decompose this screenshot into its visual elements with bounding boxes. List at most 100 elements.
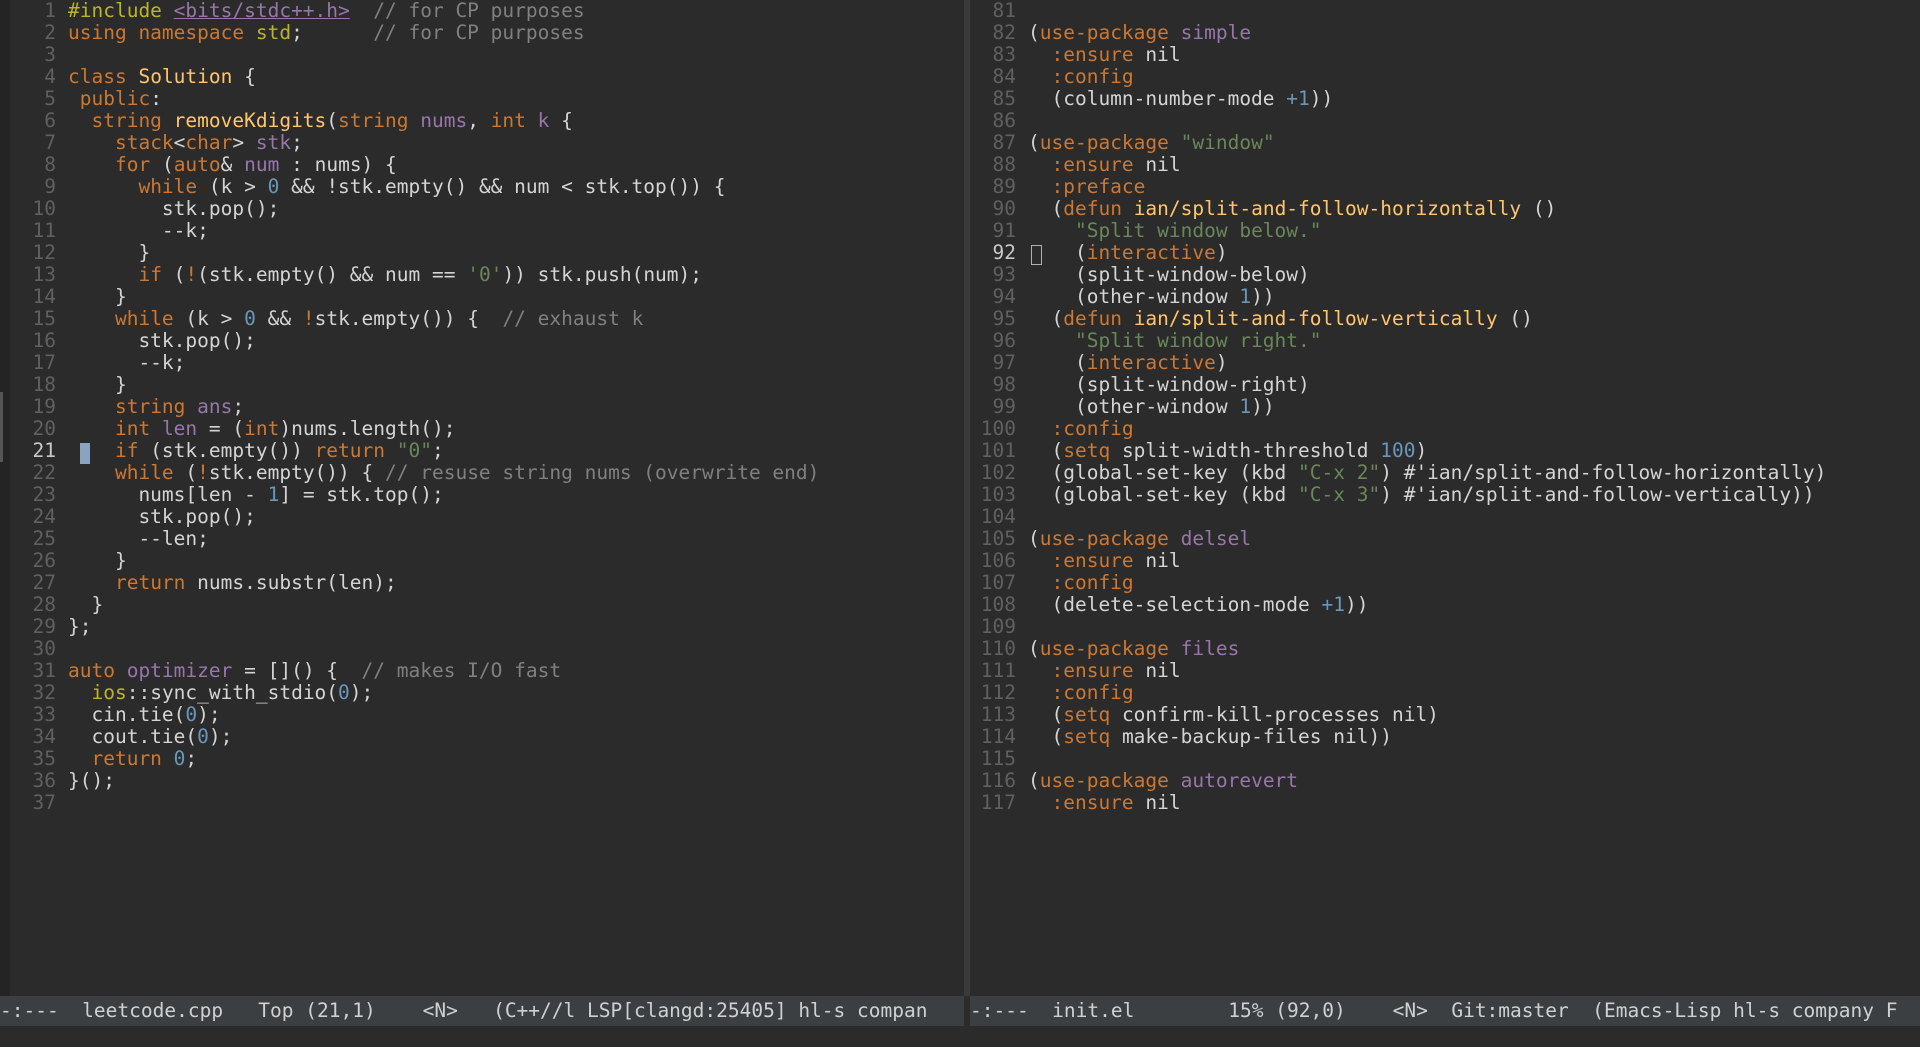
code-text: (use-package autorevert <box>1028 770 1298 792</box>
code-line[interactable]: 86 <box>970 110 1920 132</box>
code-token: int <box>114 417 162 440</box>
code-line[interactable]: 90 (defun ian/split-and-follow-horizonta… <box>970 198 1920 220</box>
mode-line-left[interactable]: -:--- leetcode.cpp Top (21,1) <N> (C++//… <box>0 996 964 1026</box>
code-line[interactable]: 93 (split-window-below) <box>970 264 1920 286</box>
code-line[interactable]: 26 } <box>0 550 964 572</box>
code-line[interactable]: 85 (column-number-mode +1)) <box>970 88 1920 110</box>
code-line[interactable]: 84 :config <box>970 66 1920 88</box>
code-line[interactable]: 87 (use-package "window" <box>970 132 1920 154</box>
code-line[interactable]: 116 (use-package autorevert <box>970 770 1920 792</box>
code-line[interactable]: 29}; <box>0 616 964 638</box>
code-line[interactable]: 18 } <box>0 374 964 396</box>
editor-window-leetcode-cpp[interactable]: 1 #include <bits/stdc++.h> // for CP purp… <box>0 0 964 996</box>
code-token: ) #'ian/split-and-follow-vertically)) <box>1380 483 1815 506</box>
line-number: 90 <box>992 197 1016 220</box>
code-line[interactable]: 114 (setq make-backup-files nil)) <box>970 726 1920 748</box>
code-line[interactable]: 16 stk.pop(); <box>0 330 964 352</box>
code-token: () <box>1521 197 1557 220</box>
code-line[interactable]: 110 (use-package files <box>970 638 1920 660</box>
line-number: 24 <box>32 505 56 528</box>
code-line[interactable]: 5 public: <box>0 88 964 110</box>
code-line[interactable]: 103 (global-set-key (kbd "C-x 3") #'ian/… <box>970 484 1920 506</box>
code-line[interactable]: 23 nums[len - 1] = stk.top(); <box>0 484 964 506</box>
code-line[interactable]: 11 --k; <box>0 220 964 242</box>
line-number: 93 <box>992 263 1016 286</box>
code-line[interactable]: 83 :ensure nil <box>970 44 1920 66</box>
code-line[interactable]: 13 if (!(stk.empty() && num == '0')) stk… <box>0 264 964 286</box>
code-line[interactable]: 4 class Solution { <box>0 66 964 88</box>
minibuffer[interactable] <box>0 1026 1920 1047</box>
code-line[interactable]: 104 <box>970 506 1920 528</box>
code-line[interactable]: 9 while (k > 0 && !stk.empty() && num < … <box>0 176 964 198</box>
code-line[interactable]: 27 return nums.substr(len); <box>0 572 964 594</box>
code-line[interactable]: 88 :ensure nil <box>970 154 1920 176</box>
line-number: 88 <box>992 153 1016 176</box>
code-line[interactable]: 92 (interactive) <box>970 241 1920 265</box>
code-line[interactable]: 115 <box>970 748 1920 770</box>
code-token: ( <box>1028 439 1064 462</box>
code-line[interactable]: 81 <box>970 0 1920 22</box>
code-line[interactable]: 31 auto optimizer = []() { // makes I/O f… <box>0 660 964 682</box>
code-line[interactable]: 15 while (k > 0 && !stk.empty()) { // ex… <box>0 308 964 330</box>
code-line[interactable]: 21 if (stk.empty()) return "0"; <box>0 440 964 464</box>
code-token: optimizer <box>126 659 233 682</box>
code-line[interactable]: 91 "Split window below." <box>970 220 1920 242</box>
code-text: (setq confirm-kill-processes nil) <box>1028 704 1438 726</box>
code-line[interactable]: 35 return 0; <box>0 748 964 770</box>
code-line[interactable]: 6 string removeKdigits(string nums, int … <box>0 110 964 132</box>
code-line[interactable]: 20 int len = (int)nums.length(); <box>0 418 964 440</box>
code-token: :ensure <box>1051 43 1134 66</box>
code-line[interactable]: 107 :config <box>970 572 1920 594</box>
code-token: } <box>68 549 127 572</box>
code-line[interactable]: 99 (other-window 1)) <box>970 396 1920 418</box>
mode-line-right[interactable]: -:--- init.el 15% (92,0) <N> Git:master … <box>970 996 1920 1026</box>
code-line[interactable]: 22 while (!stk.empty()) { // resuse stri… <box>0 462 964 484</box>
code-line[interactable]: 14 } <box>0 286 964 308</box>
code-line[interactable]: 36}(); <box>0 770 964 792</box>
code-line[interactable]: 102 (global-set-key (kbd "C-x 2") #'ian/… <box>970 462 1920 484</box>
code-line[interactable]: 112 :config <box>970 682 1920 704</box>
code-line[interactable]: 82 (use-package simple <box>970 22 1920 44</box>
code-line[interactable]: 24 stk.pop(); <box>0 506 964 528</box>
code-line[interactable]: 105 (use-package delsel <box>970 528 1920 550</box>
code-line[interactable]: 7 stack<char> stk; <box>0 132 964 154</box>
editor-window-init-el[interactable]: 81 82 (use-package simple 83 :ensure nil 84 … <box>970 0 1920 996</box>
code-line[interactable]: 1 #include <bits/stdc++.h> // for CP purp… <box>0 0 964 22</box>
code-line[interactable]: 12 } <box>0 242 964 264</box>
code-line[interactable]: 96 "Split window right." <box>970 330 1920 352</box>
code-line[interactable]: 106 :ensure nil <box>970 550 1920 572</box>
code-line[interactable]: 33 cin.tie(0); <box>0 704 964 726</box>
code-line[interactable]: 34 cout.tie(0); <box>0 726 964 748</box>
code-line[interactable]: 89 :preface <box>970 176 1920 198</box>
code-line[interactable]: 25 --len; <box>0 528 964 550</box>
code-line[interactable]: 94 (other-window 1)) <box>970 286 1920 308</box>
code-line[interactable]: 10 stk.pop(); <box>0 198 964 220</box>
line-number: 12 <box>32 241 56 264</box>
line-number: 1 <box>44 0 56 22</box>
code-line[interactable]: 17 --k; <box>0 352 964 374</box>
code-line[interactable]: 8 for (auto& num : nums) { <box>0 154 964 176</box>
code-line[interactable]: 100 :config <box>970 418 1920 440</box>
code-line[interactable]: 111 :ensure nil <box>970 660 1920 682</box>
code-line[interactable]: 95 (defun ian/split-and-follow-verticall… <box>970 308 1920 330</box>
code-line[interactable]: 98 (split-window-right) <box>970 374 1920 396</box>
code-line[interactable]: 3 <box>0 44 964 66</box>
code-line[interactable]: 2 using namespace std; // for CP purposes <box>0 22 964 44</box>
code-line[interactable]: 37 <box>0 792 964 814</box>
code-token: ) <box>1215 241 1228 264</box>
code-line[interactable]: 19 string ans; <box>0 396 964 418</box>
code-line[interactable]: 109 <box>970 616 1920 638</box>
code-line[interactable]: 117 :ensure nil <box>970 792 1920 814</box>
code-line[interactable]: 32 ios::sync_with_stdio(0); <box>0 682 964 704</box>
code-line[interactable]: 108 (delete-selection-mode +1)) <box>970 594 1920 616</box>
code-text: } <box>68 286 127 308</box>
code-line[interactable]: 30 <box>0 638 964 660</box>
code-line[interactable]: 101 (setq split-width-threshold 100) <box>970 440 1920 462</box>
code-line[interactable]: 97 (interactive) <box>970 352 1920 374</box>
code-line[interactable]: 28 } <box>0 594 964 616</box>
code-line[interactable]: 113 (setq confirm-kill-processes nil) <box>970 704 1920 726</box>
line-number: 28 <box>32 593 56 616</box>
